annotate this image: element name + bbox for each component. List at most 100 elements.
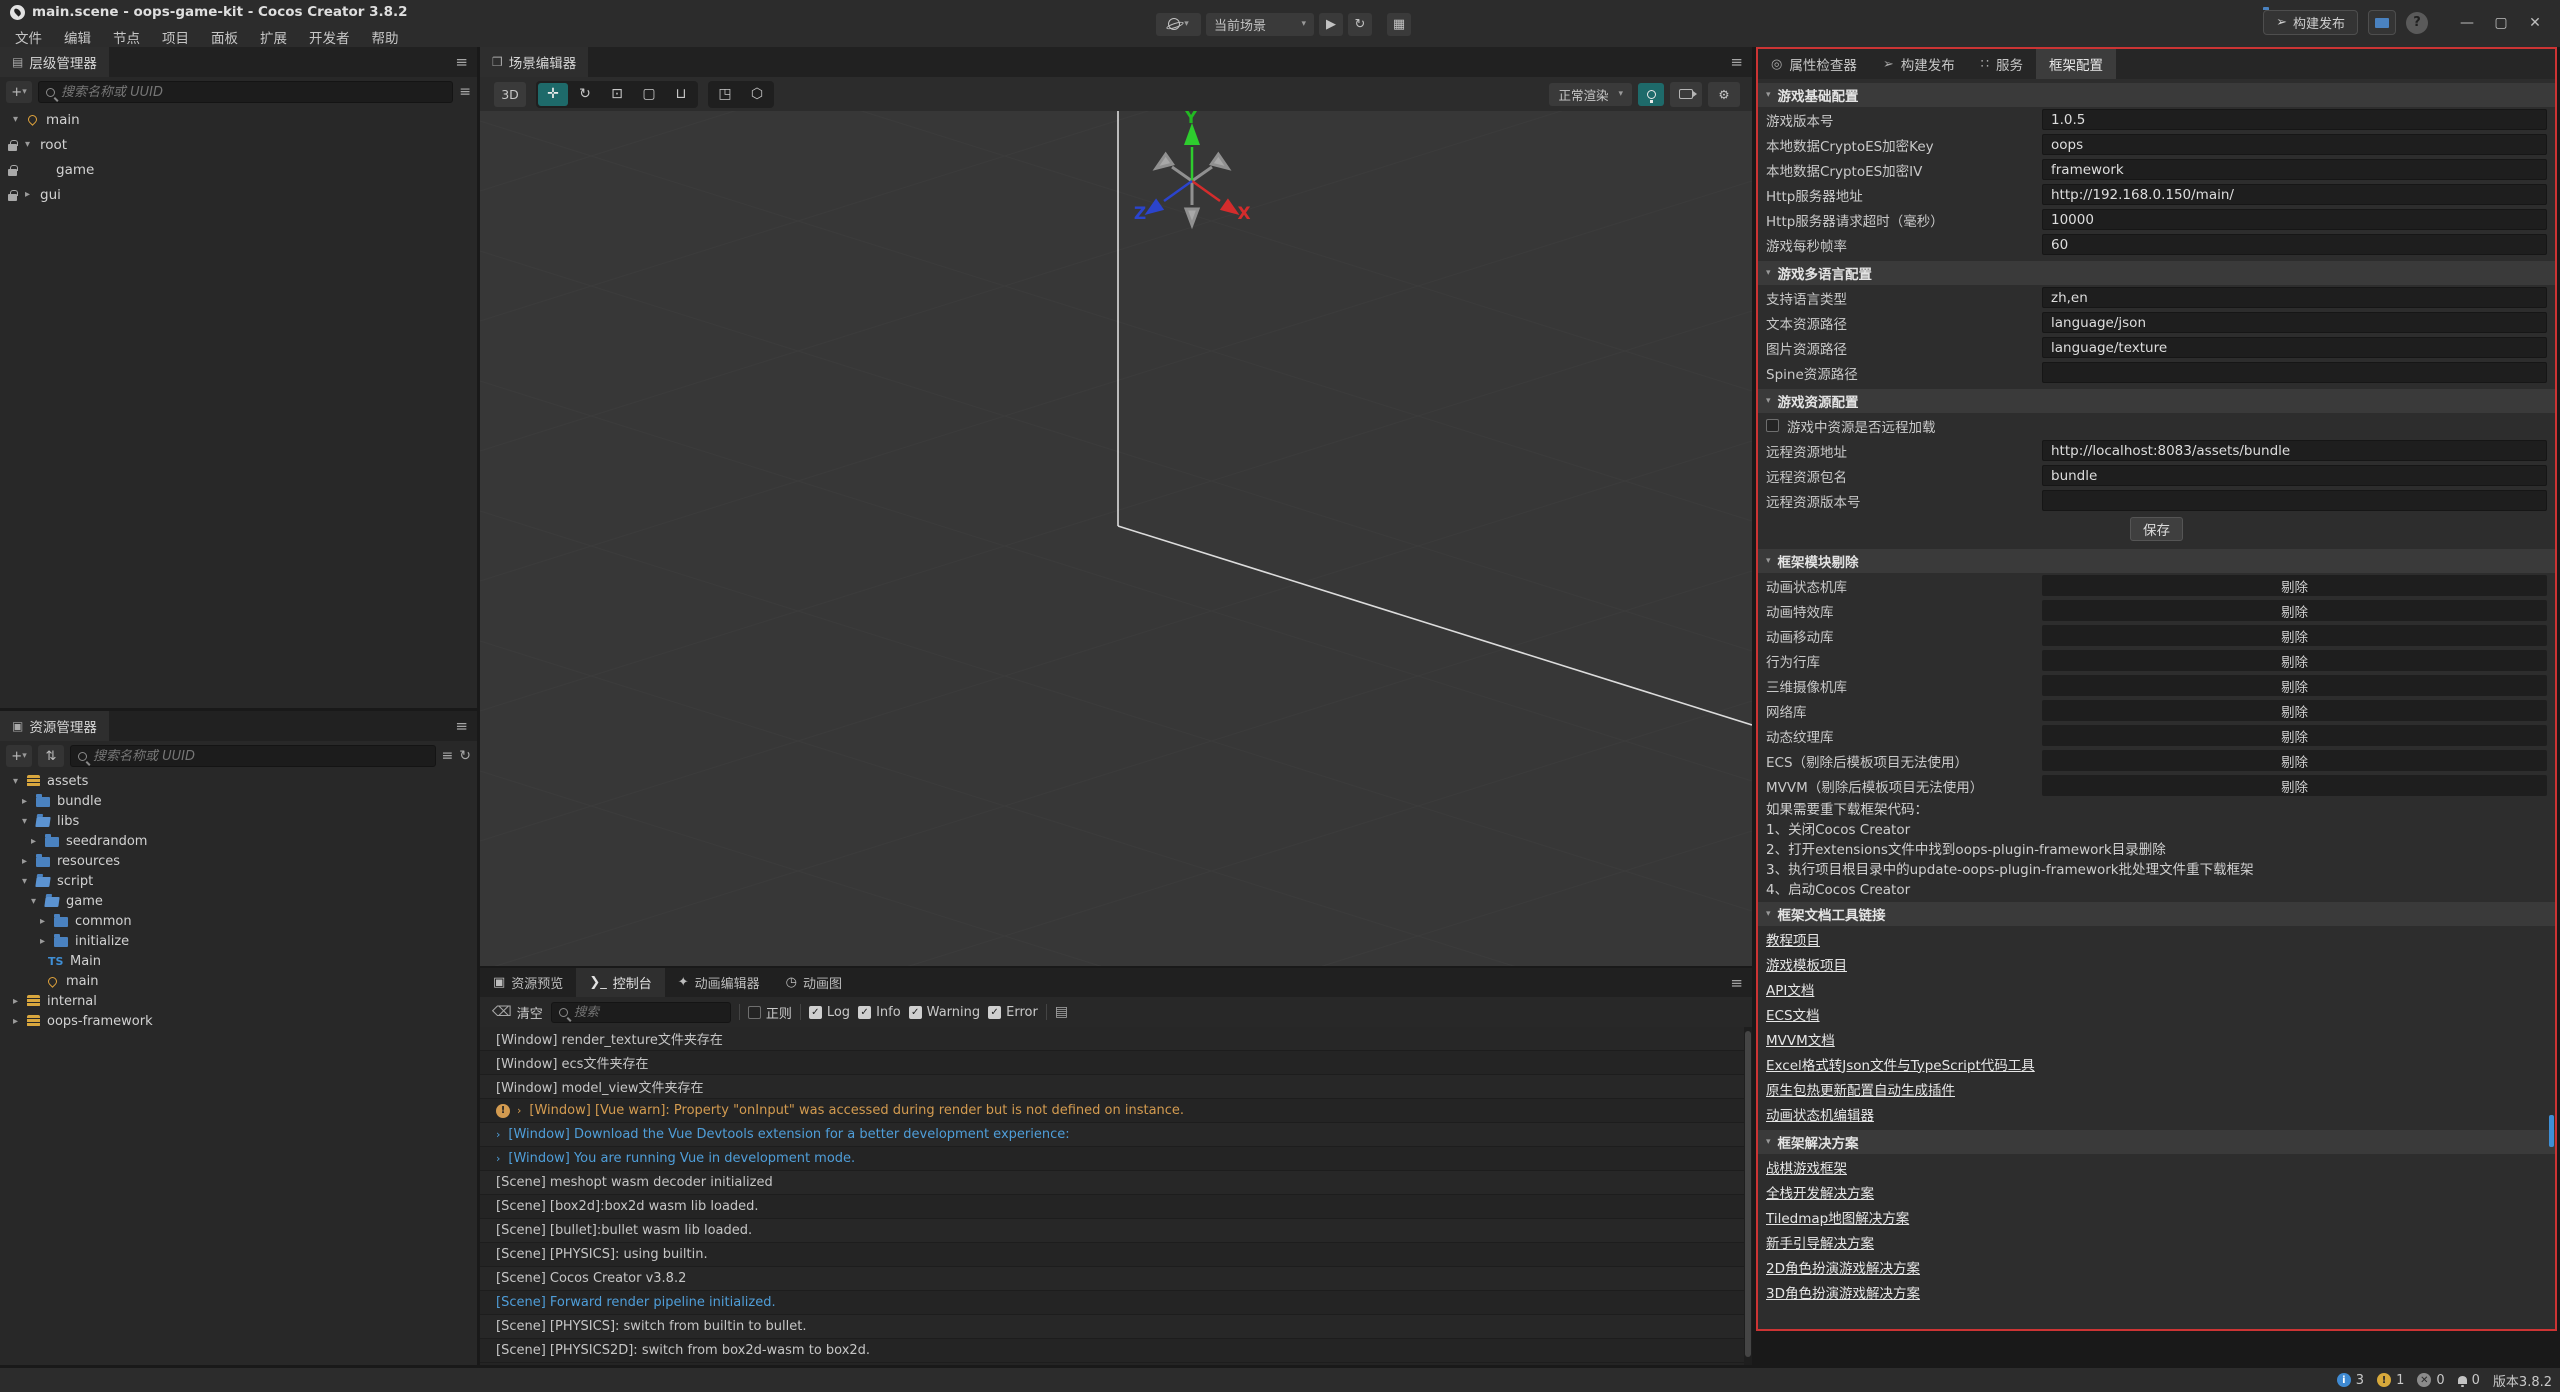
chevron-right-icon[interactable]: ▸ bbox=[22, 856, 27, 867]
log-row[interactable]: [Scene] meshopt wasm decoder initialized bbox=[480, 1171, 1744, 1195]
tab-build-publish[interactable]: ➢ 构建发布 bbox=[1870, 49, 1968, 79]
tab-asset-preview[interactable]: ▣ 资源预览 bbox=[480, 968, 576, 997]
log-row[interactable]: [Scene] [box2d]:box2d wasm lib loaded. bbox=[480, 1195, 1744, 1219]
link-text[interactable]: 3D角色扮演游戏解决方案 bbox=[1766, 1282, 1920, 1302]
chevron-right-icon[interactable]: › bbox=[496, 1128, 500, 1141]
checkbox-checked-icon[interactable]: ✓ bbox=[988, 1006, 1001, 1019]
tab-animation-graph[interactable]: ◷ 动画图 bbox=[773, 968, 855, 997]
asset-node-script[interactable]: ▾ script bbox=[0, 871, 477, 891]
doc-link[interactable]: 动画状态机编辑器 bbox=[1758, 1101, 2555, 1126]
chevron-right-icon[interactable]: › bbox=[517, 1104, 521, 1117]
asset-node-assets[interactable]: ▾ assets bbox=[0, 771, 477, 791]
scene-tab[interactable]: ❒ 场景编辑器 bbox=[480, 47, 588, 77]
close-button[interactable]: ✕ bbox=[2520, 10, 2550, 35]
rotate-tool-button[interactable]: ↻ bbox=[570, 83, 600, 106]
menu-node[interactable]: 节点 bbox=[102, 25, 151, 49]
fps-input[interactable] bbox=[2042, 234, 2547, 255]
scene-settings-button[interactable]: ⚙ bbox=[1708, 82, 1740, 107]
chevron-down-icon[interactable]: ▾ bbox=[22, 876, 27, 887]
chevron-right-icon[interactable]: › bbox=[496, 1152, 500, 1165]
texture-path-input[interactable] bbox=[2042, 337, 2547, 358]
asset-node-common[interactable]: ▸ common bbox=[0, 911, 477, 931]
link-text[interactable]: ECS文档 bbox=[1766, 1004, 1820, 1024]
render-mode-select[interactable]: 正常渲染 ▾ bbox=[1549, 83, 1632, 106]
link-text[interactable]: 战棋游戏框架 bbox=[1766, 1157, 1847, 1177]
tree-node-main[interactable]: ▾ main bbox=[0, 107, 477, 132]
section-multilanguage[interactable]: ▾ 游戏多语言配置 bbox=[1758, 261, 2555, 285]
menu-project[interactable]: 项目 bbox=[151, 25, 200, 49]
http-timeout-input[interactable] bbox=[2042, 209, 2547, 230]
lock-icon[interactable] bbox=[8, 194, 17, 201]
error-counter[interactable]: ✕ 0 bbox=[2417, 1373, 2444, 1388]
lighting-toggle-button[interactable] bbox=[1638, 83, 1664, 106]
http-server-input[interactable] bbox=[2042, 184, 2547, 205]
section-game-resource[interactable]: ▾ 游戏资源配置 bbox=[1758, 389, 2555, 413]
pivot-button[interactable]: ◳ bbox=[710, 83, 740, 106]
doc-link[interactable]: 教程项目 bbox=[1758, 926, 2555, 951]
hierarchy-tab[interactable]: ▤ 层级管理器 bbox=[0, 47, 109, 77]
solution-link[interactable]: 新手引导解决方案 bbox=[1758, 1229, 2555, 1254]
panel-menu-icon[interactable]: ≡ bbox=[455, 53, 468, 71]
chevron-down-icon[interactable]: ▾ bbox=[25, 139, 30, 150]
log-row-warning[interactable]: ! › [Window] [Vue warn]: Property "onInp… bbox=[480, 1099, 1744, 1123]
chevron-right-icon[interactable]: ▸ bbox=[25, 189, 30, 200]
chevron-right-icon[interactable]: ▸ bbox=[13, 1016, 18, 1027]
solution-link[interactable]: 全栈开发解决方案 bbox=[1758, 1179, 2555, 1204]
lock-icon[interactable] bbox=[8, 169, 17, 176]
link-text[interactable]: 动画状态机编辑器 bbox=[1766, 1104, 1874, 1124]
clear-console-button[interactable]: ⌫ 清空 bbox=[492, 1003, 543, 1022]
log-row[interactable]: [Window] ecs文件夹存在 bbox=[480, 1051, 1744, 1075]
log-row-info[interactable]: [Scene] Forward render pipeline initiali… bbox=[480, 1291, 1744, 1315]
section-game-basic[interactable]: ▾ 游戏基础配置 bbox=[1758, 83, 2555, 107]
toggle-3d-button[interactable]: 3D bbox=[494, 82, 526, 107]
refresh-icon[interactable]: ↻ bbox=[459, 748, 471, 764]
menu-extension[interactable]: 扩展 bbox=[249, 25, 298, 49]
doc-link[interactable]: API文档 bbox=[1758, 976, 2555, 1001]
remove-module-button[interactable]: 剔除 bbox=[2042, 575, 2547, 596]
remove-module-button[interactable]: 剔除 bbox=[2042, 725, 2547, 746]
create-asset-button[interactable]: +▾ bbox=[6, 745, 32, 767]
solution-link[interactable]: 2D角色扮演游戏解决方案 bbox=[1758, 1254, 2555, 1279]
link-text[interactable]: 原生包热更新配置自动生成插件 bbox=[1766, 1079, 1955, 1099]
log-row-info[interactable]: › [Window] Download the Vue Devtools ext… bbox=[480, 1123, 1744, 1147]
filter-info-checkbox[interactable]: ✓ Info bbox=[858, 1005, 901, 1020]
tab-framework-config[interactable]: 框架配置 bbox=[2036, 49, 2116, 79]
console-log-list[interactable]: [Window] render_texture文件夹存在 [Window] ec… bbox=[480, 1027, 1744, 1365]
doc-link[interactable]: Excel格式转Json文件与TypeScript代码工具 bbox=[1758, 1051, 2555, 1076]
checkbox-checked-icon[interactable]: ✓ bbox=[858, 1006, 871, 1019]
tab-property-inspector[interactable]: ◎ 属性检查器 bbox=[1758, 49, 1870, 79]
checkbox-checked-icon[interactable]: ✓ bbox=[809, 1006, 822, 1019]
section-solutions[interactable]: ▾ 框架解决方案 bbox=[1758, 1130, 2555, 1154]
play-button[interactable]: ▶ bbox=[1319, 13, 1343, 36]
remote-bundle-input[interactable] bbox=[2042, 465, 2547, 486]
section-module-trim[interactable]: ▾ 框架模块剔除 bbox=[1758, 549, 2555, 573]
link-text[interactable]: 新手引导解决方案 bbox=[1766, 1232, 1874, 1252]
ui-tool-button[interactable]: ⊔ bbox=[666, 83, 696, 106]
minimize-button[interactable]: — bbox=[2452, 10, 2482, 35]
link-text[interactable]: 全栈开发解决方案 bbox=[1766, 1182, 1874, 1202]
asset-node-main-ts[interactable]: TS Main bbox=[0, 951, 477, 971]
spine-path-input[interactable] bbox=[2042, 362, 2547, 383]
log-row-info[interactable]: › [Window] You are running Vue in develo… bbox=[480, 1147, 1744, 1171]
warning-counter[interactable]: ! 1 bbox=[2377, 1373, 2404, 1388]
game-version-input[interactable] bbox=[2042, 109, 2547, 130]
link-text[interactable]: MVVM文档 bbox=[1766, 1029, 1835, 1049]
lock-icon[interactable] bbox=[8, 144, 17, 151]
link-text[interactable]: Excel格式转Json文件与TypeScript代码工具 bbox=[1766, 1054, 2035, 1074]
filter-icon[interactable]: ≡ bbox=[442, 748, 454, 764]
filter-log-checkbox[interactable]: ✓ Log bbox=[809, 1005, 850, 1020]
link-text[interactable]: Tiledmap地图解决方案 bbox=[1766, 1207, 1909, 1227]
tree-node-gui[interactable]: ▸ gui bbox=[0, 182, 477, 207]
solution-link[interactable]: 战棋游戏框架 bbox=[1758, 1154, 2555, 1179]
scale-tool-button[interactable]: ⊡ bbox=[602, 83, 632, 106]
move-tool-button[interactable]: ✛ bbox=[538, 83, 568, 106]
remote-load-checkbox-row[interactable]: 游戏中资源是否远程加载 bbox=[1758, 413, 2555, 438]
asset-node-oops-framework[interactable]: ▸ oops-framework bbox=[0, 1011, 477, 1031]
log-row[interactable]: [Scene] [bullet]:bullet wasm lib loaded. bbox=[480, 1219, 1744, 1243]
chevron-right-icon[interactable]: ▸ bbox=[40, 936, 45, 947]
filter-icon[interactable]: ≡ bbox=[459, 84, 471, 100]
hierarchy-search[interactable] bbox=[38, 81, 453, 103]
menu-panel[interactable]: 面板 bbox=[200, 25, 249, 49]
log-row[interactable]: [Scene] [PHYSICS2D]: switch from box2d-w… bbox=[480, 1339, 1744, 1363]
filter-error-checkbox[interactable]: ✓ Error bbox=[988, 1005, 1038, 1020]
